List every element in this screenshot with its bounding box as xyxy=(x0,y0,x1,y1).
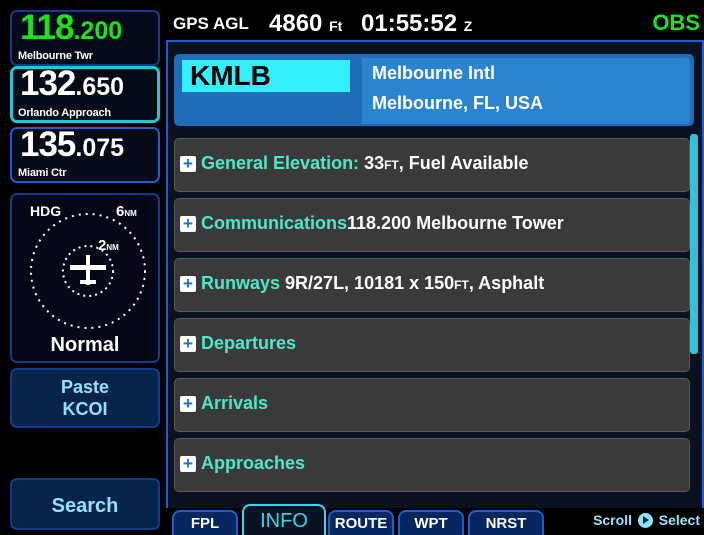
time-readout: 01:55:52 Z xyxy=(361,10,473,37)
scroll-select-hint: Scroll Select xyxy=(593,512,700,528)
frequency-station: Orlando Approach xyxy=(18,107,111,119)
knob-icon xyxy=(637,513,653,528)
frequency-value: 132.650 xyxy=(20,64,125,103)
airport-name-block: Melbourne Intl Melbourne, FL, USA xyxy=(362,58,690,124)
scroll-label: Scroll xyxy=(593,512,632,528)
paste-ident: KCOI xyxy=(62,399,108,419)
map-mode: Normal xyxy=(50,334,120,356)
com-frequency-third[interactable]: 135.075 Miami Ctr xyxy=(10,125,160,183)
section-runways[interactable]: + Runways 9R/27L, 10181 x 150FT, Asphalt xyxy=(174,258,690,312)
frequency-station: Melbourne Twr xyxy=(18,50,93,62)
gps-screen: 118.200 Melbourne Twr 132.650 Orlando Ap… xyxy=(0,0,704,535)
altitude-readout: 4860 Ft xyxy=(269,10,343,37)
section-label: Approaches xyxy=(201,453,306,473)
section-value: 33FT, Fuel Available xyxy=(359,153,529,173)
waypoint-info-panel: KMLB Melbourne Intl Melbourne, FL, USA +… xyxy=(166,40,704,510)
section-label: Runways xyxy=(201,273,281,293)
com-frequency-active[interactable]: 118.200 Melbourne Twr xyxy=(10,8,160,66)
expand-icon: + xyxy=(180,395,196,412)
scrollbar[interactable] xyxy=(690,134,698,354)
mini-map[interactable]: HDG 6NM 2NM Normal xyxy=(10,193,160,363)
paste-label: Paste xyxy=(60,377,110,397)
section-label: Departures xyxy=(201,333,297,353)
aircraft-icon xyxy=(70,255,106,285)
select-label: Select xyxy=(658,512,700,528)
frequency-value: 118.200 xyxy=(20,8,123,47)
expand-icon: + xyxy=(180,275,196,292)
section-label: Arrivals xyxy=(201,393,269,413)
section-approaches[interactable]: + Approaches xyxy=(174,438,690,492)
expand-icon: + xyxy=(180,335,196,352)
tab-info[interactable]: INFO xyxy=(242,504,326,535)
search-button[interactable]: Search xyxy=(10,478,160,530)
section-departures[interactable]: + Departures xyxy=(174,318,690,372)
airport-header: KMLB Melbourne Intl Melbourne, FL, USA xyxy=(174,54,694,126)
paste-button[interactable]: Paste KCOI xyxy=(10,368,160,428)
tab-fpl[interactable]: FPL xyxy=(172,510,238,535)
range-outer: 6NM xyxy=(116,203,137,220)
page-tabs: FPL INFO ROUTE WPT NRST Scroll Select xyxy=(166,504,704,535)
expand-icon: + xyxy=(180,155,196,172)
airport-name: Melbourne Intl xyxy=(372,63,495,83)
obs-indicator: OBS xyxy=(652,10,700,35)
expand-icon: + xyxy=(180,455,196,472)
com-frequency-standby[interactable]: 132.650 Orlando Approach xyxy=(10,64,160,123)
frequency-value: 135.075 xyxy=(20,125,125,164)
range-inner: 2NM xyxy=(98,237,119,254)
section-value: 118.200 Melbourne Tower xyxy=(347,213,564,233)
airport-ident-field[interactable]: KMLB xyxy=(182,60,350,92)
section-value: 9R/27L, 10181 x 150FT, Asphalt xyxy=(280,273,545,293)
heading-label: HDG xyxy=(30,203,62,219)
section-arrivals[interactable]: + Arrivals xyxy=(174,378,690,432)
airport-location: Melbourne, FL, USA xyxy=(372,93,543,113)
tab-route[interactable]: ROUTE xyxy=(328,510,394,535)
section-general[interactable]: + General Elevation: 33FT, Fuel Availabl… xyxy=(174,138,690,192)
tab-wpt[interactable]: WPT xyxy=(398,510,464,535)
section-label: General Elevation: xyxy=(201,153,360,173)
gps-agl-label: GPS AGL xyxy=(173,14,249,33)
section-communications[interactable]: + Communications118.200 Melbourne Tower xyxy=(174,198,690,252)
expand-icon: + xyxy=(180,215,196,232)
section-label: Communications xyxy=(201,213,348,233)
tab-nrst[interactable]: NRST xyxy=(468,510,544,535)
status-bar: GPS AGL 4860 Ft 01:55:52 Z OBS xyxy=(165,8,704,40)
frequency-station: Miami Ctr xyxy=(18,167,67,179)
